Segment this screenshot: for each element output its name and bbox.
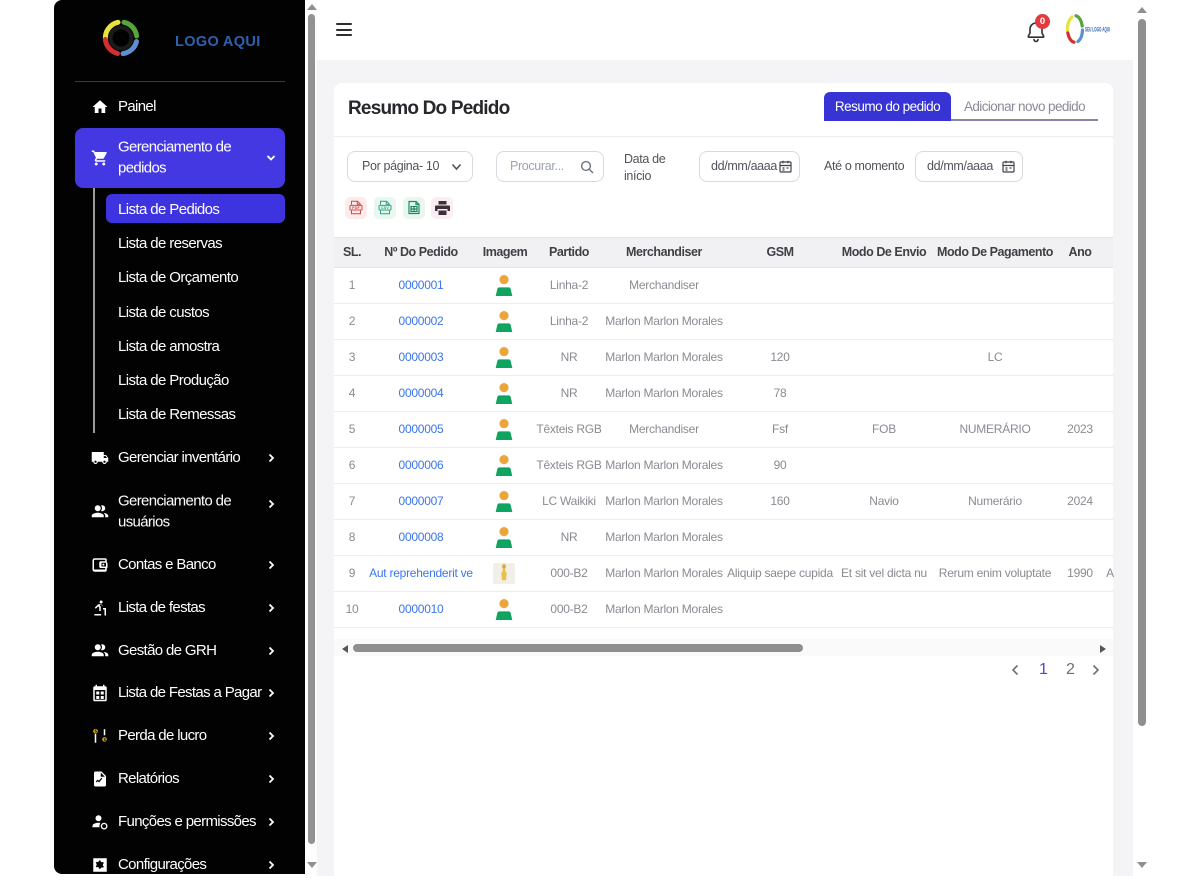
svg-text:SEU LOGO AQUI: SEU LOGO AQUI xyxy=(1085,28,1110,34)
svg-text:CSV: CSV xyxy=(381,206,389,210)
svg-text:PDF: PDF xyxy=(352,206,360,210)
